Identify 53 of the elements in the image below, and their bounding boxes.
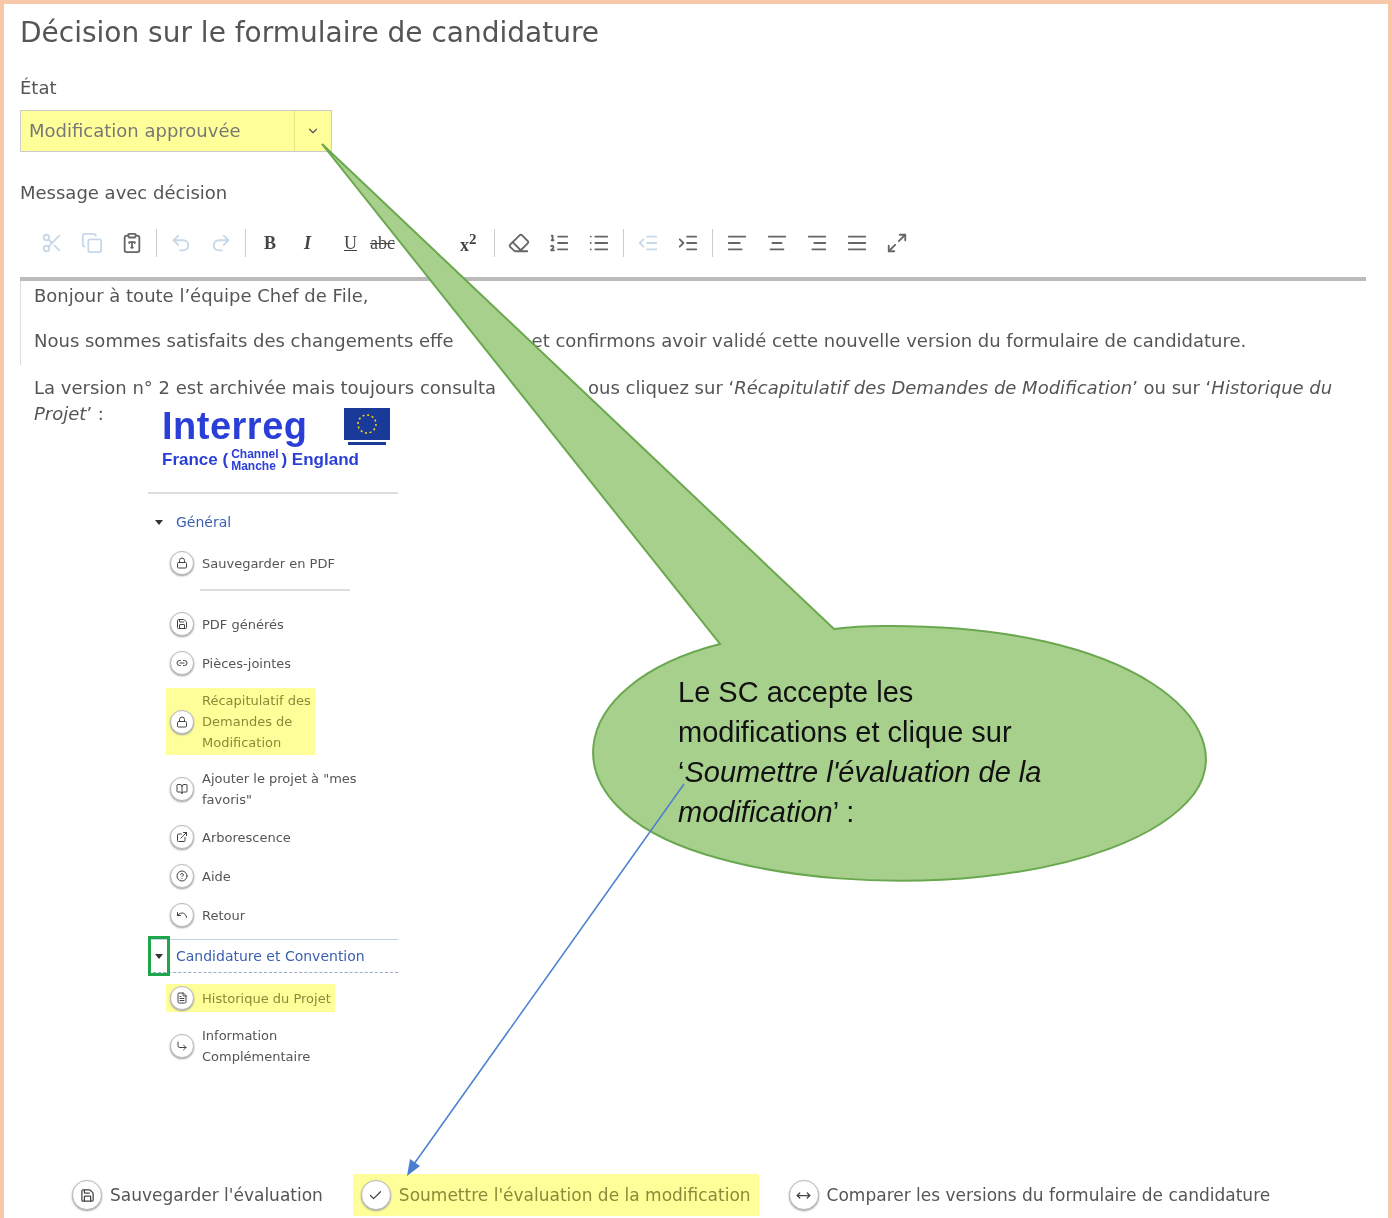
state-select[interactable]: Modification approuvée	[20, 110, 332, 152]
action-button[interactable]: Soumettre l'évaluation de la modification	[352, 1174, 759, 1216]
message-text: Bonjour à toute l’équipe Chef de File,	[34, 285, 369, 306]
tree-item[interactable]: Récapitulatif des Demandes de Modification	[166, 688, 315, 755]
message-text: La version n° 2 est archivée mais toujours consulta	[34, 376, 497, 400]
logo-text: France (	[162, 450, 229, 470]
tree-item[interactable]: Sauvegarder en PDF	[166, 549, 339, 577]
tree-item[interactable]: Aide	[166, 862, 235, 890]
document-icon	[170, 986, 194, 1010]
floppy-disk-icon	[72, 1180, 102, 1210]
message-text: Projet’ :	[34, 402, 104, 426]
format-button[interactable]: x$^{2}$	[460, 230, 477, 256]
format-button[interactable]: abc	[370, 232, 395, 254]
logo-text: ) England	[281, 450, 359, 470]
lock-icon	[170, 551, 194, 575]
tree-item[interactable]: PDF générés	[166, 610, 288, 638]
message-text: Nous sommes satisfaits des changements effe	[34, 330, 454, 351]
tree-section[interactable]: Candidature et Convention	[176, 948, 365, 964]
logo-text: Channel	[231, 448, 279, 460]
expand-caret[interactable]	[148, 936, 170, 976]
tree-section[interactable]: Général	[176, 514, 232, 530]
tree-item[interactable]: Information Complémentaire	[166, 1023, 315, 1069]
eraser-icon[interactable]	[508, 232, 530, 254]
back-icon	[170, 903, 194, 927]
lock-icon	[170, 709, 194, 734]
tree-item[interactable]: Retour	[166, 901, 250, 929]
tree-item[interactable]: Pièces-jointes	[166, 649, 296, 677]
tree-item[interactable]: Arborescence	[166, 823, 295, 851]
tree-item[interactable]: Ajouter le projet à "mes favoris"	[166, 766, 361, 812]
message-text: ous cliquez sur ‘Récapitulatif des Demandes de Modification’ ou sur ‘Historique du	[588, 376, 1333, 400]
action-button[interactable]: Sauvegarder l'évaluation	[64, 1174, 331, 1216]
book-icon	[170, 777, 194, 801]
flag-icon	[344, 407, 390, 446]
logo-text: Manche	[231, 460, 277, 472]
action-button[interactable]: Comparer les versions du formulaire de candidature	[780, 1174, 1279, 1216]
field-label: Message avec décision	[20, 182, 229, 203]
check-icon	[360, 1180, 391, 1210]
callout-text: Le SC accepte les modifications et clique sur ‘Soumettre l'évaluation de la modification’ :	[678, 675, 1043, 830]
floppy-disk-icon	[170, 612, 194, 636]
horizontal-arrows-icon	[788, 1180, 819, 1210]
maximize-icon[interactable]	[886, 232, 908, 254]
tree-item[interactable]: Historique du Projet	[166, 984, 335, 1012]
field-label: État	[20, 77, 58, 98]
format-button[interactable]: B	[264, 232, 276, 254]
format-button[interactable]: U	[344, 232, 357, 254]
numbered-list-icon[interactable]	[548, 232, 570, 254]
logo-text: Interreg	[162, 405, 308, 448]
paste-text-icon[interactable]	[121, 232, 143, 254]
link-icon	[170, 651, 194, 675]
help-icon	[170, 864, 194, 888]
format-button[interactable]: I	[304, 232, 311, 254]
external-link-icon	[170, 825, 194, 849]
page-title: Décision sur le formulaire de candidature	[20, 16, 601, 49]
